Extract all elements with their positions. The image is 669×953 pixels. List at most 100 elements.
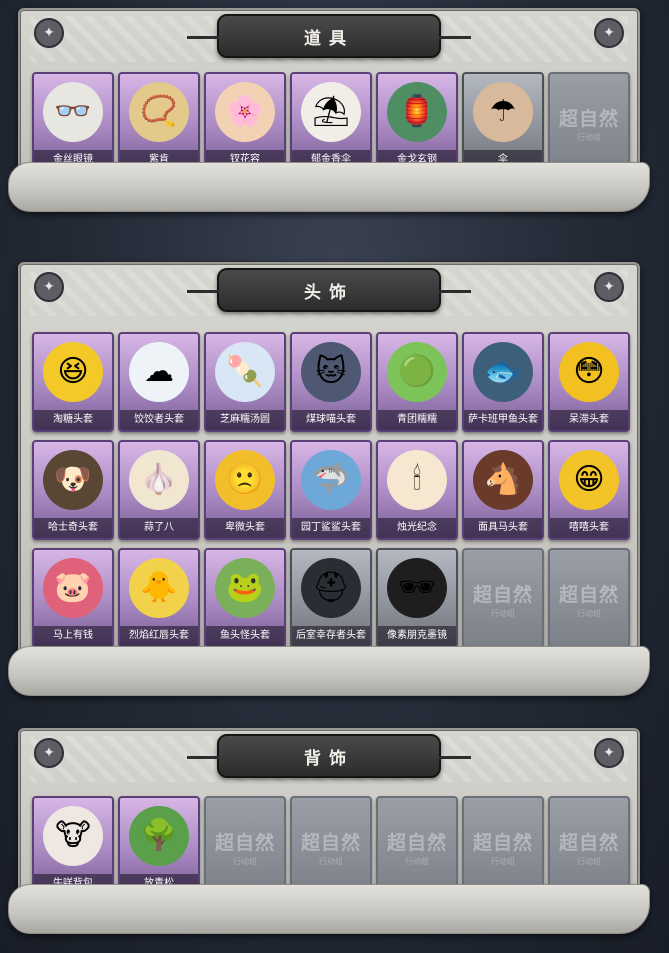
watermark-sub: 行动组	[577, 609, 601, 618]
item-label: 煤球喵头套	[292, 410, 370, 430]
item-slot[interactable]: 🌸 钗花容	[204, 72, 286, 172]
item-slot[interactable]: 📿 紫肯	[118, 72, 200, 172]
item-slot[interactable]: 🐱 煤球喵头套	[290, 332, 372, 432]
watermark-sub: 行动组	[319, 857, 343, 866]
glasses-icon: 👓	[43, 82, 103, 142]
compass-icon: ✦	[34, 272, 64, 302]
empty-slot[interactable]: 超自然 行动组	[376, 796, 458, 896]
watermark-logo: 超自然	[558, 108, 619, 130]
watermark-logo: 超自然	[472, 832, 533, 854]
watermark-sub: 行动组	[491, 609, 515, 618]
rice-ball-icon: 🍡	[215, 342, 275, 402]
scroll-edge	[8, 162, 650, 212]
empty-slot[interactable]: 超自然 行动组	[462, 548, 544, 648]
item-slot[interactable]: 🐥 烈焰红唇头套	[118, 548, 200, 648]
watermark-logo: 超自然	[214, 832, 275, 854]
item-slot[interactable]: 🐷 马上有钱	[32, 548, 114, 648]
item-slot[interactable]: ⛱ 郁金香伞	[290, 72, 372, 172]
section-title: 道具	[187, 14, 471, 58]
shark-head-icon: 🦈	[301, 450, 361, 510]
laughing-face-icon: 😆	[43, 342, 103, 402]
item-slot[interactable]: 🐸 鱼头怪头套	[204, 548, 286, 648]
pixel-sunglasses-icon: 🕶	[387, 558, 447, 618]
item-label: 马上有钱	[34, 626, 112, 646]
item-slot[interactable]: 👓 金丝眼镜	[32, 72, 114, 172]
fish-monster-icon: 🐸	[215, 558, 275, 618]
item-grid: 👓 金丝眼镜 📿 紫肯 🌸 钗花容 ⛱ 郁金香伞 🏮 金戈玄钢 ☂ 伞超自然行动组	[32, 72, 630, 172]
garlic-icon: 🧄	[129, 450, 189, 510]
item-slot[interactable]: 😁 嘻嘻头套	[548, 440, 630, 540]
empty-slot[interactable]: 超自然 行动组	[548, 796, 630, 896]
compass-icon: ✦	[594, 18, 624, 48]
item-slot[interactable]: 🧄 蒜了八	[118, 440, 200, 540]
item-slot[interactable]: ☁ 饺饺者头套	[118, 332, 200, 432]
item-label: 面具马头套	[464, 518, 542, 538]
item-label: 园丁鲨鲨头套	[292, 518, 370, 538]
item-label: 芝麻糯汤圆	[206, 410, 284, 430]
pikachu-head-icon: 🐥	[129, 558, 189, 618]
watermark-sub: 行动组	[491, 857, 515, 866]
item-label: 青团糯糯	[378, 410, 456, 430]
item-slot[interactable]: 🐮牛咩背包	[32, 796, 114, 896]
item-slot[interactable]: 🌳放青松	[118, 796, 200, 896]
compass-icon: ✦	[34, 738, 64, 768]
cat-head-icon: 🐱	[301, 342, 361, 402]
watermark-sub: 行动组	[577, 133, 601, 142]
item-slot[interactable]: 🏮 金戈玄钢	[376, 72, 458, 172]
item-slot[interactable]: 🐴 面具马头套	[462, 440, 544, 540]
watermark-logo: 超自然	[472, 584, 533, 606]
item-label: 饺饺者头套	[120, 410, 198, 430]
item-label: 卑微头套	[206, 518, 284, 538]
green-ball-icon: 🟢	[387, 342, 447, 402]
empty-slot[interactable]: 超自然 行动组	[548, 548, 630, 648]
scroll-edge	[8, 646, 650, 696]
item-slot[interactable]: 🟢 青团糯糯	[376, 332, 458, 432]
umbrella-icon: ☂	[473, 82, 533, 142]
headwear-panel: ✦ ✦ 头饰 😆 淘糖头套 ☁ 饺饺者头套 🍡 芝麻糯汤圆 🐱 煤球喵头套 🟢 青团糯糯 🐟 萨卡班甲…	[8, 262, 650, 696]
compass-icon: ✦	[34, 18, 64, 48]
item-label: 像素朋克墨镜	[378, 626, 456, 646]
item-label: 萨卡班甲鱼头套	[464, 410, 542, 430]
watermark-logo: 超自然	[300, 832, 361, 854]
watermark-logo: 超自然	[558, 832, 619, 854]
item-slot[interactable]: 😆 淘糖头套	[32, 332, 114, 432]
item-label: 烈焰红唇头套	[120, 626, 198, 646]
item-label: 鱼头怪头套	[206, 626, 284, 646]
item-slot[interactable]: ☂ 伞	[462, 72, 544, 172]
empty-slot[interactable]: 超自然 行动组	[290, 796, 372, 896]
item-slot[interactable]: 🕯 烛光纪念	[376, 440, 458, 540]
section-title: 头饰	[187, 268, 471, 312]
empty-slot[interactable]: 超自然 行动组	[462, 796, 544, 896]
lantern-icon: 🏮	[387, 82, 447, 142]
item-grid: 😆 淘糖头套 ☁ 饺饺者头套 🍡 芝麻糯汤圆 🐱 煤球喵头套 🟢 青团糯糯 🐟 萨卡班甲鱼头套 😳 呆滞头…	[32, 332, 630, 648]
horse-head-icon: 🐴	[473, 450, 533, 510]
parasol-icon: ⛱	[301, 82, 361, 142]
empty-slot[interactable]: 超自然 行动组	[204, 796, 286, 896]
item-label: 嘻嘻头套	[550, 518, 628, 538]
gas-mask-icon: ⛑	[301, 558, 361, 618]
empty-slot[interactable]: 超自然 行动组	[548, 72, 630, 172]
item-slot[interactable]: 😳 呆滞头套	[548, 332, 630, 432]
dazed-face-icon: 😳	[559, 342, 619, 402]
props-panel: ✦ ✦ 道具 👓 金丝眼镜 📿 紫肯 🌸 钗花容 ⛱ 郁金香伞 🏮 金戈玄钢 ☂ 伞超自然行动组	[8, 8, 650, 212]
watermark-sub: 行动组	[577, 857, 601, 866]
compass-icon: ✦	[594, 738, 624, 768]
item-slot[interactable]: 🍡 芝麻糯汤圆	[204, 332, 286, 432]
back-accessory-panel: ✦ ✦ 背饰 🐮牛咩背包🌳放青松超自然行动组超自然行动组超自然行动组超自然行动组…	[8, 728, 650, 934]
item-label: 哈士奇头套	[34, 518, 112, 538]
item-slot[interactable]: 🙁 卑微头套	[204, 440, 286, 540]
item-slot[interactable]: 🐶 哈士奇头套	[32, 440, 114, 540]
watermark-logo: 超自然	[386, 832, 447, 854]
item-slot[interactable]: 🕶 像素朋克墨镜	[376, 548, 458, 648]
item-label: 呆滞头套	[550, 410, 628, 430]
compass-icon: ✦	[594, 272, 624, 302]
watermark-sub: 行动组	[233, 857, 257, 866]
scroll-edge	[8, 884, 650, 934]
hairpin-icon: 🌸	[215, 82, 275, 142]
cow-backpack-icon: 🐮	[43, 806, 103, 866]
item-label: 烛光纪念	[378, 518, 456, 538]
section-title: 背饰	[187, 734, 471, 778]
item-slot[interactable]: 🐟 萨卡班甲鱼头套	[462, 332, 544, 432]
item-slot[interactable]: 🦈 园丁鲨鲨头套	[290, 440, 372, 540]
item-slot[interactable]: ⛑ 后室幸存者头套	[290, 548, 372, 648]
